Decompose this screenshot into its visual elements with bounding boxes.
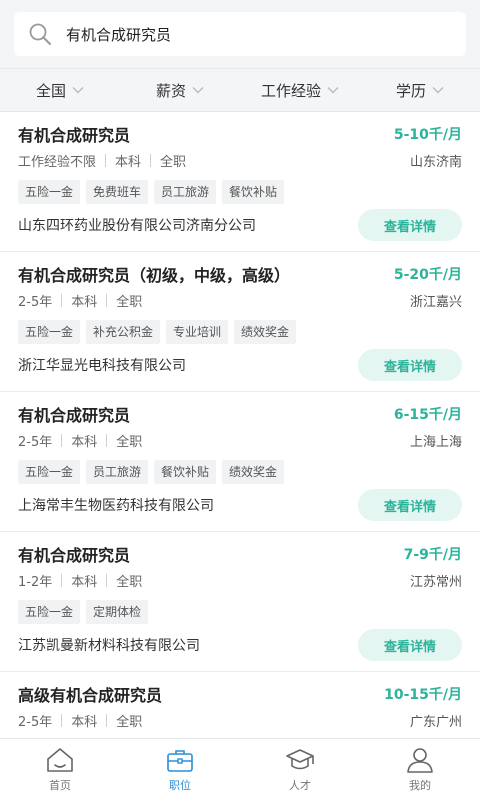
job-title: 有机合成研究员 xyxy=(18,126,131,145)
view-details-button[interactable]: 查看详情 xyxy=(358,489,462,521)
job-location: 广东广州 xyxy=(409,714,462,730)
job-location: 山东济南 xyxy=(409,154,462,170)
job-type: 全职 xyxy=(116,574,143,590)
nav-label: 我的 xyxy=(409,779,431,792)
job-type: 全职 xyxy=(116,714,143,730)
job-education: 本科 xyxy=(71,434,98,450)
divider xyxy=(106,713,108,727)
chevron-down-icon xyxy=(327,86,339,94)
bottom-nav: 首页 职位 人才 我的 xyxy=(0,738,480,800)
job-type: 全职 xyxy=(116,434,143,450)
filter-label: 学历 xyxy=(395,81,426,100)
divider xyxy=(61,573,63,587)
briefcase-icon xyxy=(167,750,193,772)
job-title: 高级有机合成研究员 xyxy=(18,686,163,705)
filter-label: 薪资 xyxy=(155,81,186,100)
benefit-tag: 餐饮补贴 xyxy=(222,180,285,204)
job-experience: 2-5年 xyxy=(18,294,53,310)
view-details-button[interactable]: 查看详情 xyxy=(358,209,462,241)
graduation-cap-icon xyxy=(286,749,314,770)
divider xyxy=(61,293,63,307)
job-card[interactable]: 高级有机合成研究员 10-15千/月 2-5年 本科 全职 广东广州 xyxy=(0,672,480,738)
filter-bar: 全国 薪资 工作经验 学历 xyxy=(0,68,480,112)
job-card[interactable]: 有机合成研究员 6-15千/月 2-5年 本科 全职 上海上海 五险一金 员工旅… xyxy=(0,392,480,532)
benefit-tag: 定期体检 xyxy=(86,600,149,624)
home-icon xyxy=(47,748,73,772)
filter-label: 工作经验 xyxy=(260,81,321,100)
benefit-tag: 专业培训 xyxy=(166,320,229,344)
company-name: 山东四环药业股份有限公司济南分公司 xyxy=(18,218,256,234)
benefit-tag: 员工旅游 xyxy=(154,180,217,204)
company-name: 浙江华显光电科技有限公司 xyxy=(18,358,186,374)
job-type: 全职 xyxy=(160,154,187,170)
chevron-down-icon xyxy=(72,86,84,94)
job-experience: 工作经验不限 xyxy=(18,154,97,170)
nav-label: 人才 xyxy=(289,779,311,792)
job-title: 有机合成研究员 xyxy=(18,546,131,565)
job-list: 有机合成研究员 5-10千/月 工作经验不限 本科 全职 山东济南 五险一金 免… xyxy=(0,112,480,738)
search-header xyxy=(0,0,480,68)
search-icon xyxy=(29,23,51,45)
filter-salary[interactable]: 薪资 xyxy=(120,69,240,111)
view-details-button[interactable]: 查看详情 xyxy=(358,629,462,661)
job-salary: 5-10千/月 xyxy=(393,127,462,143)
view-details-button[interactable]: 查看详情 xyxy=(358,349,462,381)
divider xyxy=(150,153,152,167)
job-salary: 5-20千/月 xyxy=(393,267,462,283)
nav-home[interactable]: 首页 xyxy=(0,739,120,800)
nav-jobs[interactable]: 职位 xyxy=(120,739,240,800)
job-salary: 10-15千/月 xyxy=(384,687,462,703)
chevron-down-icon xyxy=(432,86,444,94)
job-experience: 1-2年 xyxy=(18,574,53,590)
filter-region[interactable]: 全国 xyxy=(0,69,120,111)
divider xyxy=(106,433,108,447)
search-bar[interactable] xyxy=(14,12,466,56)
job-education: 本科 xyxy=(71,294,98,310)
filter-experience[interactable]: 工作经验 xyxy=(240,69,360,111)
divider xyxy=(61,713,63,727)
job-card[interactable]: 有机合成研究员 5-10千/月 工作经验不限 本科 全职 山东济南 五险一金 免… xyxy=(0,112,480,252)
job-salary: 6-15千/月 xyxy=(393,407,462,423)
benefit-tag: 五险一金 xyxy=(18,460,81,484)
job-title: 有机合成研究员（初级，中级，高级） xyxy=(18,266,291,285)
divider xyxy=(61,433,63,447)
benefit-tag: 餐饮补贴 xyxy=(154,460,217,484)
divider xyxy=(106,293,108,307)
user-icon xyxy=(407,748,433,773)
nav-label: 职位 xyxy=(169,779,191,792)
company-name: 上海常丰生物医药科技有限公司 xyxy=(18,498,214,514)
divider xyxy=(105,153,107,167)
benefit-tag: 五险一金 xyxy=(18,600,81,624)
job-location: 上海上海 xyxy=(409,434,462,450)
job-education: 本科 xyxy=(71,574,98,590)
filter-label: 全国 xyxy=(35,81,66,100)
job-experience: 2-5年 xyxy=(18,434,53,450)
nav-talent[interactable]: 人才 xyxy=(240,739,360,800)
divider xyxy=(106,573,108,587)
job-location: 浙江嘉兴 xyxy=(409,294,462,310)
benefit-tag: 补充公积金 xyxy=(86,320,161,344)
benefit-tag: 五险一金 xyxy=(18,180,81,204)
benefit-tag: 员工旅游 xyxy=(86,460,149,484)
job-title: 有机合成研究员 xyxy=(18,406,131,425)
company-name: 江苏凯曼新材料科技有限公司 xyxy=(18,638,200,654)
job-experience: 2-5年 xyxy=(18,714,53,730)
chevron-down-icon xyxy=(192,86,204,94)
job-card[interactable]: 有机合成研究员（初级，中级，高级） 5-20千/月 2-5年 本科 全职 浙江嘉… xyxy=(0,252,480,392)
job-education: 本科 xyxy=(71,714,98,730)
job-location: 江苏常州 xyxy=(409,574,462,590)
benefit-tag: 五险一金 xyxy=(18,320,81,344)
benefit-tag: 绩效奖金 xyxy=(234,320,297,344)
nav-profile[interactable]: 我的 xyxy=(360,739,480,800)
filter-education[interactable]: 学历 xyxy=(360,69,480,111)
benefit-tag: 免费班车 xyxy=(86,180,149,204)
benefit-tag: 绩效奖金 xyxy=(222,460,285,484)
job-type: 全职 xyxy=(116,294,143,310)
job-card[interactable]: 有机合成研究员 7-9千/月 1-2年 本科 全职 江苏常州 五险一金 定期体检… xyxy=(0,532,480,672)
job-education: 本科 xyxy=(115,154,142,170)
search-input[interactable] xyxy=(66,25,452,43)
job-salary: 7-9千/月 xyxy=(403,547,462,563)
nav-label: 首页 xyxy=(49,779,71,792)
